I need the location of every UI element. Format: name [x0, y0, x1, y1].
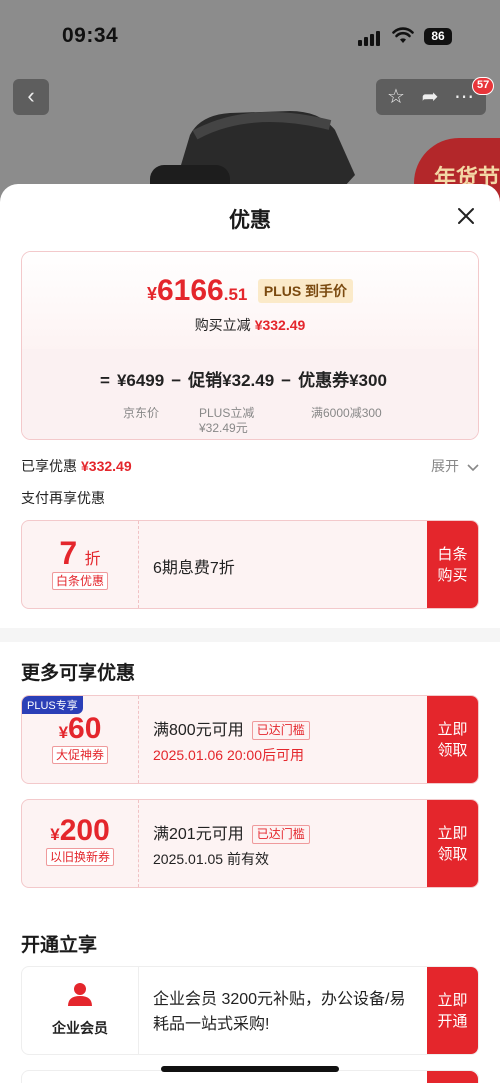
top-action-group: ☆ ➦ ⋯ — [376, 79, 486, 115]
price-breakdown-card: ¥6166.51 PLUS 到手价 购买立减 ¥332.49 = ¥6499− 促销¥… — [21, 251, 479, 440]
expand-toggle[interactable]: 展开 — [431, 456, 479, 476]
claim-coupon-button[interactable]: 立即 领取 — [427, 696, 478, 783]
open-membership-title: 开通立享 — [21, 935, 98, 956]
claim-coupon-button[interactable]: 立即 领取 — [427, 800, 478, 887]
coupon-type-tag: 以旧换新券 — [45, 848, 114, 866]
baitiao-coupon: 7 折 白条优惠 6期息费7折 白条 购买 — [21, 520, 479, 609]
business-desc: 企业会员 3200元补贴，办公设备/易耗品一站式采购! — [153, 991, 406, 1033]
threshold-reached-tag: 已达门槛 — [251, 721, 310, 741]
status-time: 09:34 — [62, 24, 119, 47]
discount-sheet: 优惠 ¥6166.51 PLUS 到手价 购买立减 ¥332.49 = ¥6499−… — [0, 184, 500, 1083]
price-summary: ¥6166.51 PLUS 到手价 购买立减 ¥332.49 — [22, 252, 478, 349]
share-icon[interactable]: ➦ — [418, 85, 442, 109]
coupon-item: ¥200 以旧换新券 满201元可用 已达门槛 2025.01.05 前有效 立即… — [21, 799, 479, 888]
star-icon[interactable]: ☆ — [384, 85, 408, 109]
threshold-reached-tag: 已达门槛 — [251, 825, 310, 845]
section-divider — [0, 628, 500, 642]
business-membership-card: 企业会员 企业会员 3200元补贴，办公设备/易耗品一站式采购! 立即 开通 — [21, 966, 479, 1055]
coupon-info: 满201元可用 已达门槛 2025.01.05 前有效 — [153, 800, 426, 887]
promo-detail-2: ¥32.49元 — [199, 421, 248, 435]
baitiao-desc: 6期息费7折 — [153, 560, 235, 577]
close-icon[interactable] — [456, 206, 476, 226]
baitiao-discount-unit: 折 — [84, 551, 101, 568]
coupon-amount: 200 — [59, 814, 110, 847]
chevron-down-icon — [467, 464, 479, 471]
baitiao-buy-button[interactable]: 白条 购买 — [427, 521, 478, 608]
coupon-condition: 满800元可用 — [153, 722, 244, 739]
coupon-type-tag: 大促神券 — [51, 746, 108, 764]
business-left: 企业会员 — [22, 967, 139, 1054]
next-open-button[interactable] — [427, 1071, 478, 1083]
message-badge: 57 — [472, 77, 495, 95]
baitiao-tag: 白条优惠 — [51, 572, 108, 590]
business-label: 企业会员 — [52, 1020, 108, 1036]
coupon-detail: 满6000减300 — [311, 406, 382, 420]
coupon-valid-time: 2025.01.06 20:00后可用 — [153, 747, 304, 763]
wifi-icon — [392, 27, 414, 43]
plus-price-tag: PLUS 到手价 — [257, 279, 354, 303]
coupon-left: ¥200 以旧换新券 — [22, 800, 139, 887]
final-price: ¥6166.51 — [146, 274, 248, 307]
promo-detail-1: PLUS立减 — [199, 406, 255, 420]
sheet-title: 优惠 — [229, 209, 271, 232]
coupon-valid-time: 2025.01.05 前有效 — [153, 851, 269, 867]
home-indicator[interactable] — [161, 1066, 339, 1072]
baitiao-info: 6期息费7折 — [153, 521, 426, 608]
jd-price-label: 京东价 — [123, 406, 160, 420]
person-icon — [68, 983, 92, 1006]
buy-reduce-line: 购买立减 ¥332.49 — [194, 317, 306, 333]
pay-discount-title: 支付再享优惠 — [21, 490, 105, 506]
coupon-condition: 满201元可用 — [153, 826, 244, 843]
back-arrow-icon: ‹ — [27, 83, 35, 108]
status-bar: 09:34 86 — [0, 0, 500, 70]
cellular-signal-icon — [358, 30, 384, 46]
baitiao-discount-number: 7 — [59, 535, 78, 571]
baitiao-left: 7 折 白条优惠 — [22, 521, 139, 608]
formula-line: = ¥6499− 促销¥32.49− 优惠券¥300 — [100, 371, 387, 390]
price-formula: = ¥6499− 促销¥32.49− 优惠券¥300 京东价 PLUS立减 ¥32.4… — [22, 349, 478, 439]
coupon-left: ¥60 大促神券 — [22, 696, 139, 783]
coupon-amount: 60 — [68, 712, 102, 745]
enjoyed-discount: 已享优惠 ¥332.49 — [21, 458, 132, 474]
open-membership-button[interactable]: 立即 开通 — [427, 967, 478, 1054]
coupon-info: 满800元可用 已达门槛 2025.01.06 20:00后可用 — [153, 696, 426, 783]
back-button[interactable]: ‹ — [13, 79, 49, 115]
coupon-item: PLUS专享 ¥60 大促神券 满800元可用 已达门槛 2025.01.06 2… — [21, 695, 479, 784]
more-discounts-title: 更多可享优惠 — [21, 663, 136, 684]
battery-indicator: 86 — [424, 28, 452, 45]
